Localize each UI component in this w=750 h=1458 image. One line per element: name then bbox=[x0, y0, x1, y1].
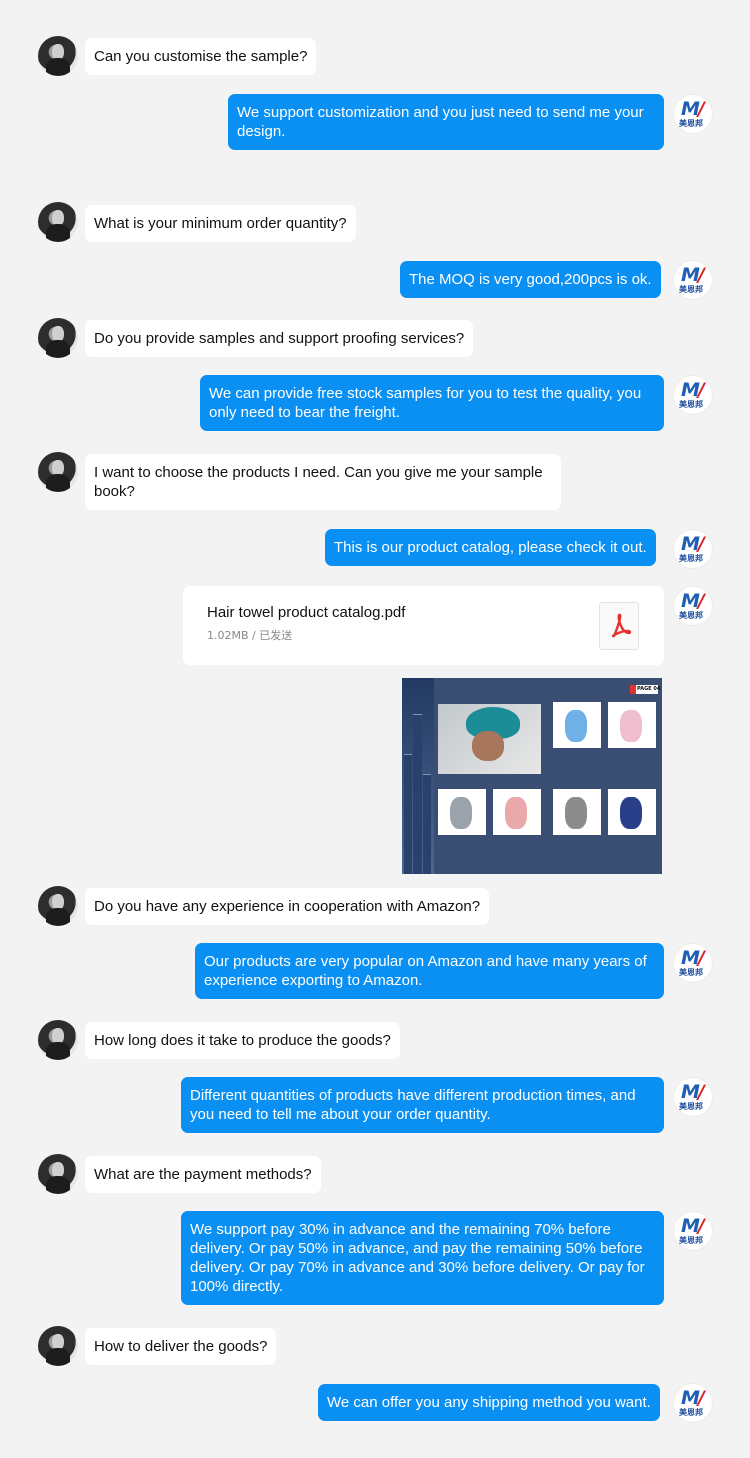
user-avatar bbox=[38, 1154, 78, 1194]
message-bubble-incoming: How to deliver the goods? bbox=[85, 1328, 277, 1365]
brand-logo-icon: M/ bbox=[681, 590, 705, 612]
user-avatar bbox=[38, 1326, 78, 1366]
message-text: 100% directly. bbox=[190, 1278, 284, 1295]
file-name: Hair towel product catalog.pdf bbox=[207, 604, 406, 621]
message-text: Our products are very popular on Amazon … bbox=[204, 953, 647, 970]
brand-logo-icon: M/ bbox=[681, 947, 705, 969]
product-thumbnail bbox=[553, 702, 601, 748]
product-thumbnail bbox=[438, 789, 486, 835]
brand-avatar: M/美恩邦 bbox=[673, 1383, 713, 1423]
message-text: We can provide free stock samples for yo… bbox=[209, 385, 642, 402]
message-bubble-outgoing: The MOQ is very good,200pcs is ok. bbox=[400, 261, 661, 298]
message-bubble-incoming: What are the payment methods? bbox=[85, 1156, 321, 1193]
user-avatar bbox=[38, 36, 78, 76]
message-text: We can offer you any shipping method you… bbox=[327, 1394, 651, 1411]
message-text: you need to tell me about your order qua… bbox=[190, 1106, 491, 1123]
brand-avatar: M/美恩邦 bbox=[673, 260, 713, 300]
message-text: How to deliver the goods? bbox=[94, 1338, 268, 1355]
city-skyline-graphic bbox=[402, 678, 434, 874]
brand-logo-icon: M/ bbox=[681, 379, 705, 401]
message-text: Do you provide samples and support proof… bbox=[94, 330, 465, 347]
message-bubble-incoming: How long does it take to produce the goo… bbox=[85, 1022, 400, 1059]
message-bubble-outgoing: Our products are very popular on Amazon … bbox=[195, 943, 664, 999]
message-text: How long does it take to produce the goo… bbox=[94, 1032, 391, 1049]
message-text: What are the payment methods? bbox=[94, 1166, 312, 1183]
message-text: We support pay 30% in advance and the re… bbox=[190, 1221, 611, 1238]
message-bubble-outgoing: This is our product catalog, please chec… bbox=[325, 529, 656, 566]
message-text: Different quantities of products have di… bbox=[190, 1087, 636, 1104]
user-avatar bbox=[38, 452, 78, 492]
message-text: Do you have any experience in cooperatio… bbox=[94, 898, 481, 915]
brand-logo-icon: M/ bbox=[681, 533, 705, 555]
catalog-page-image[interactable]: PAGE 04 bbox=[402, 678, 662, 874]
pdf-icon bbox=[599, 602, 639, 650]
product-thumbnail bbox=[553, 789, 601, 835]
brand-logo-icon: M/ bbox=[681, 98, 705, 120]
file-meta: 1.02MB / 已发送 bbox=[207, 629, 293, 642]
brand-avatar: M/美恩邦 bbox=[673, 94, 713, 134]
brand-avatar: M/美恩邦 bbox=[673, 943, 713, 983]
message-bubble-outgoing: Different quantities of products have di… bbox=[181, 1077, 664, 1133]
message-bubble-incoming: Do you have any experience in cooperatio… bbox=[85, 888, 490, 925]
user-avatar bbox=[38, 202, 78, 242]
user-avatar bbox=[38, 318, 78, 358]
message-text: I want to choose the products I need. Ca… bbox=[94, 464, 543, 481]
product-thumbnail bbox=[608, 702, 656, 748]
message-text: Can you customise the sample? bbox=[94, 48, 308, 65]
brand-logo-icon: M/ bbox=[681, 1387, 705, 1409]
message-bubble-incoming: Do you provide samples and support proof… bbox=[85, 320, 474, 357]
brand-logo-icon: M/ bbox=[681, 1215, 705, 1237]
message-text: The MOQ is very good,200pcs is ok. bbox=[409, 271, 652, 288]
model-photo bbox=[438, 704, 541, 774]
brand-logo-icon: M/ bbox=[681, 1081, 705, 1103]
message-bubble-outgoing: We support pay 30% in advance and the re… bbox=[181, 1211, 664, 1305]
message-bubble-outgoing: We support customization and you just ne… bbox=[228, 94, 664, 150]
product-thumbnail bbox=[608, 789, 656, 835]
product-thumbnail bbox=[493, 789, 541, 835]
message-text: design. bbox=[237, 123, 286, 140]
message-text: We support customization and you just ne… bbox=[237, 104, 644, 121]
user-avatar bbox=[38, 886, 78, 926]
message-bubble-incoming: I want to choose the products I need. Ca… bbox=[85, 454, 561, 510]
message-text: delivery. Or pay 70% in advance and 30% … bbox=[190, 1259, 645, 1276]
file-attachment-card[interactable]: Hair towel product catalog.pdf 1.02MB / … bbox=[183, 586, 664, 665]
message-text: only need to bear the freight. bbox=[209, 404, 400, 421]
message-text: What is your minimum order quantity? bbox=[94, 215, 347, 232]
brand-avatar: M/美恩邦 bbox=[673, 1077, 713, 1117]
user-avatar bbox=[38, 1020, 78, 1060]
page-label: PAGE 04 bbox=[637, 686, 661, 692]
message-bubble-incoming: Can you customise the sample? bbox=[85, 38, 317, 75]
brand-avatar: M/美恩邦 bbox=[673, 529, 713, 569]
message-text: delivery. Or pay 50% in advance, and pay… bbox=[190, 1240, 643, 1257]
brand-avatar: M/美恩邦 bbox=[673, 586, 713, 626]
message-text: This is our product catalog, please chec… bbox=[334, 539, 647, 556]
message-text: book? bbox=[94, 483, 135, 500]
brand-avatar: M/美恩邦 bbox=[673, 1211, 713, 1251]
message-text: experience exporting to Amazon. bbox=[204, 972, 423, 989]
message-bubble-outgoing: We can provide free stock samples for yo… bbox=[200, 375, 664, 431]
brand-avatar: M/美恩邦 bbox=[673, 375, 713, 415]
message-bubble-outgoing: We can offer you any shipping method you… bbox=[318, 1384, 660, 1421]
brand-logo-icon: M/ bbox=[681, 264, 705, 286]
message-bubble-incoming: What is your minimum order quantity? bbox=[85, 205, 356, 242]
